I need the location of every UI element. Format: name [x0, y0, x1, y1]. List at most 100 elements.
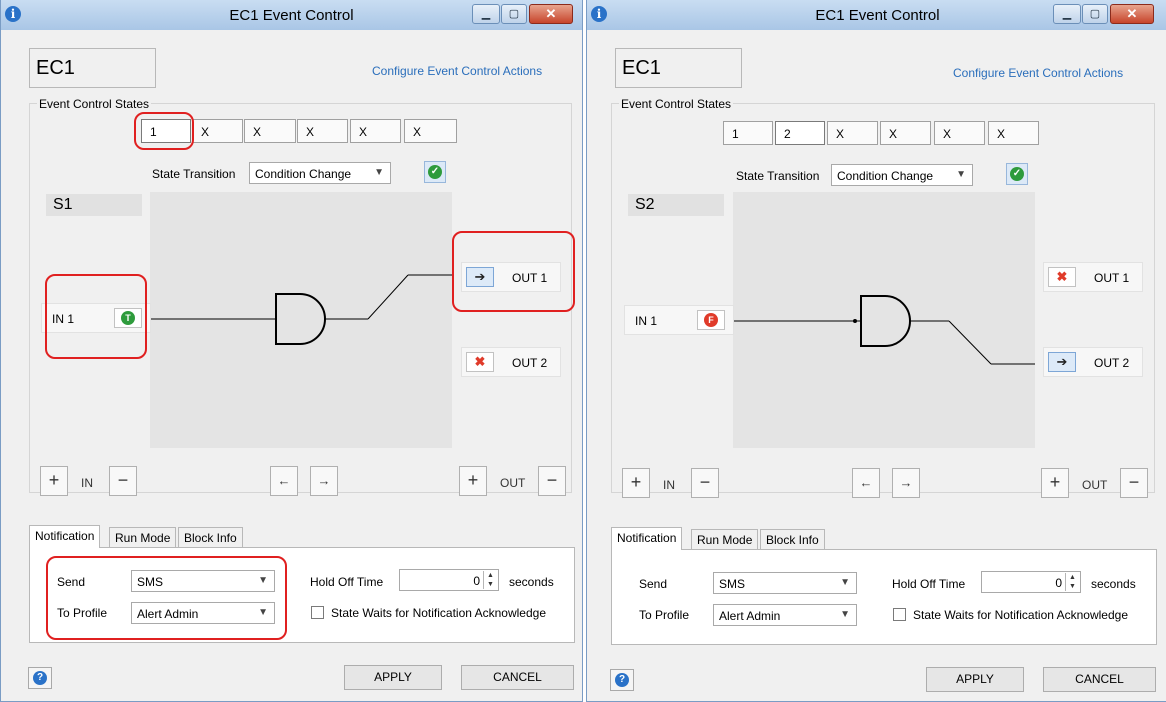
spinner-icon[interactable]: ▲ ▼ [1065, 573, 1079, 591]
confirm-button[interactable]: ✓ [1006, 163, 1028, 185]
remove-output-button[interactable]: − [538, 466, 566, 496]
move-left-button[interactable]: ← [270, 466, 298, 496]
output-2-label: OUT 2 [1094, 356, 1130, 370]
state-button-1[interactable]: 1 [141, 119, 191, 143]
logic-diagram [733, 295, 1035, 365]
hold-off-time-input[interactable]: 0 ▲ ▼ [399, 569, 499, 591]
route-wire [948, 320, 992, 365]
input-block[interactable]: IN 1 T [41, 303, 151, 333]
states-group-label: Event Control States [619, 97, 734, 111]
maximize-icon: ▢ [1089, 8, 1101, 20]
event-control-name-field[interactable]: EC1 [615, 48, 742, 88]
state-transition-select[interactable]: Condition Change ▼ [831, 164, 973, 186]
x-icon[interactable]: ✖ [466, 352, 494, 372]
move-right-button[interactable]: → [892, 468, 920, 498]
input-state-badge[interactable]: F [697, 310, 725, 330]
ack-checkbox[interactable] [893, 608, 906, 621]
hold-off-time-label: Hold Off Time [310, 575, 384, 589]
to-profile-select[interactable]: Alert Admin ▼ [713, 604, 857, 626]
send-label: Send [639, 577, 668, 591]
state-button-5[interactable]: X [350, 119, 401, 143]
logic-canvas[interactable] [733, 192, 1035, 448]
apply-button[interactable]: APPLY [926, 667, 1024, 692]
state-button-3[interactable]: X [244, 119, 296, 143]
output-block-2[interactable]: ✖ OUT 2 [461, 347, 561, 377]
remove-input-button[interactable]: − [109, 466, 137, 496]
state-button-2[interactable]: 2 [775, 121, 825, 145]
maximize-button[interactable]: ▢ [501, 4, 527, 24]
state-transition-label: State Transition [736, 169, 820, 183]
event-control-name-field[interactable]: EC1 [29, 48, 156, 88]
send-select[interactable]: SMS ▼ [713, 572, 857, 594]
cancel-button[interactable]: CANCEL [1043, 667, 1156, 692]
apply-button[interactable]: APPLY [344, 665, 442, 690]
title-bar[interactable]: i EC1 Event Control ▁ ▢ ✕ [1, 0, 582, 30]
state-button-2[interactable]: X [192, 119, 243, 143]
tab-block-info[interactable]: Block Info [760, 529, 825, 550]
input-state-badge[interactable]: T [114, 308, 142, 328]
state-transition-select[interactable]: Condition Change ▼ [249, 162, 391, 184]
minimize-button[interactable]: ▁ [1053, 4, 1081, 24]
title-bar[interactable]: i EC1 Event Control ▁ ▢ ✕ [587, 0, 1166, 30]
arrow-left-icon: ← [859, 475, 873, 490]
help-button[interactable]: ? [610, 669, 634, 691]
state-button-4[interactable]: X [297, 119, 348, 143]
send-select[interactable]: SMS ▼ [131, 570, 275, 592]
add-input-button[interactable]: + [622, 468, 650, 498]
move-left-button[interactable]: ← [852, 468, 880, 498]
configure-actions-link[interactable]: Configure Event Control Actions [953, 66, 1123, 80]
state-transition-value: Condition Change [255, 167, 352, 181]
maximize-button[interactable]: ▢ [1082, 4, 1108, 24]
help-button[interactable]: ? [28, 667, 52, 689]
maximize-icon: ▢ [508, 8, 520, 20]
help-icon: ? [615, 673, 629, 687]
chevron-down-icon: ▼ [258, 575, 268, 586]
cancel-button[interactable]: CANCEL [461, 665, 574, 690]
ack-label: State Waits for Notification Acknowledge [913, 608, 1128, 622]
junction-dot [853, 319, 857, 323]
output-block-1[interactable]: ➔ OUT 1 [461, 262, 561, 292]
input-block[interactable]: IN 1 F [624, 305, 734, 335]
minimize-button[interactable]: ▁ [472, 4, 500, 24]
close-button[interactable]: ✕ [1110, 4, 1154, 24]
tab-notification[interactable]: Notification [611, 527, 683, 550]
state-button-1[interactable]: 1 [723, 121, 773, 145]
hold-off-time-input[interactable]: 0 ▲ ▼ [981, 571, 1081, 593]
and-gate-icon [860, 295, 911, 347]
remove-input-button[interactable]: − [691, 468, 719, 498]
remove-output-button[interactable]: − [1120, 468, 1148, 498]
tab-run-mode[interactable]: Run Mode [109, 527, 177, 548]
confirm-button[interactable]: ✓ [424, 161, 446, 183]
tab-run-mode[interactable]: Run Mode [691, 529, 759, 550]
route-wire [367, 274, 409, 320]
state-button-6[interactable]: X [404, 119, 457, 143]
output-block-2[interactable]: ➔ OUT 2 [1043, 347, 1143, 377]
add-output-button[interactable]: + [1041, 468, 1069, 498]
ack-checkbox[interactable] [311, 606, 324, 619]
add-input-button[interactable]: + [40, 466, 68, 496]
minimize-icon: ▁ [1062, 8, 1072, 20]
to-profile-select[interactable]: Alert Admin ▼ [131, 602, 275, 624]
state-button-6[interactable]: X [988, 121, 1039, 145]
add-output-button[interactable]: + [459, 466, 487, 496]
spinner-icon[interactable]: ▲ ▼ [483, 571, 497, 589]
chevron-down-icon: ▼ [374, 167, 384, 178]
move-right-button[interactable]: → [310, 466, 338, 496]
check-icon: ✓ [428, 165, 442, 179]
tab-block-info[interactable]: Block Info [178, 527, 243, 548]
output-1-label: OUT 1 [512, 271, 548, 285]
arrow-right-icon[interactable]: ➔ [1048, 352, 1076, 372]
logic-canvas[interactable] [150, 192, 452, 448]
x-icon[interactable]: ✖ [1048, 267, 1076, 287]
state-button-4[interactable]: X [880, 121, 931, 145]
state-button-3[interactable]: X [827, 121, 878, 145]
close-button[interactable]: ✕ [529, 4, 573, 24]
tab-notification[interactable]: Notification [29, 525, 101, 548]
output-block-1[interactable]: ✖ OUT 1 [1043, 262, 1143, 292]
seconds-label: seconds [509, 575, 554, 589]
state-button-5[interactable]: X [934, 121, 985, 145]
out-label: OUT [1082, 478, 1108, 492]
arrow-right-icon[interactable]: ➔ [466, 267, 494, 287]
configure-actions-link[interactable]: Configure Event Control Actions [372, 64, 542, 78]
event-control-window-1: i EC1 Event Control ▁ ▢ ✕ EC1 Configure … [0, 0, 583, 702]
